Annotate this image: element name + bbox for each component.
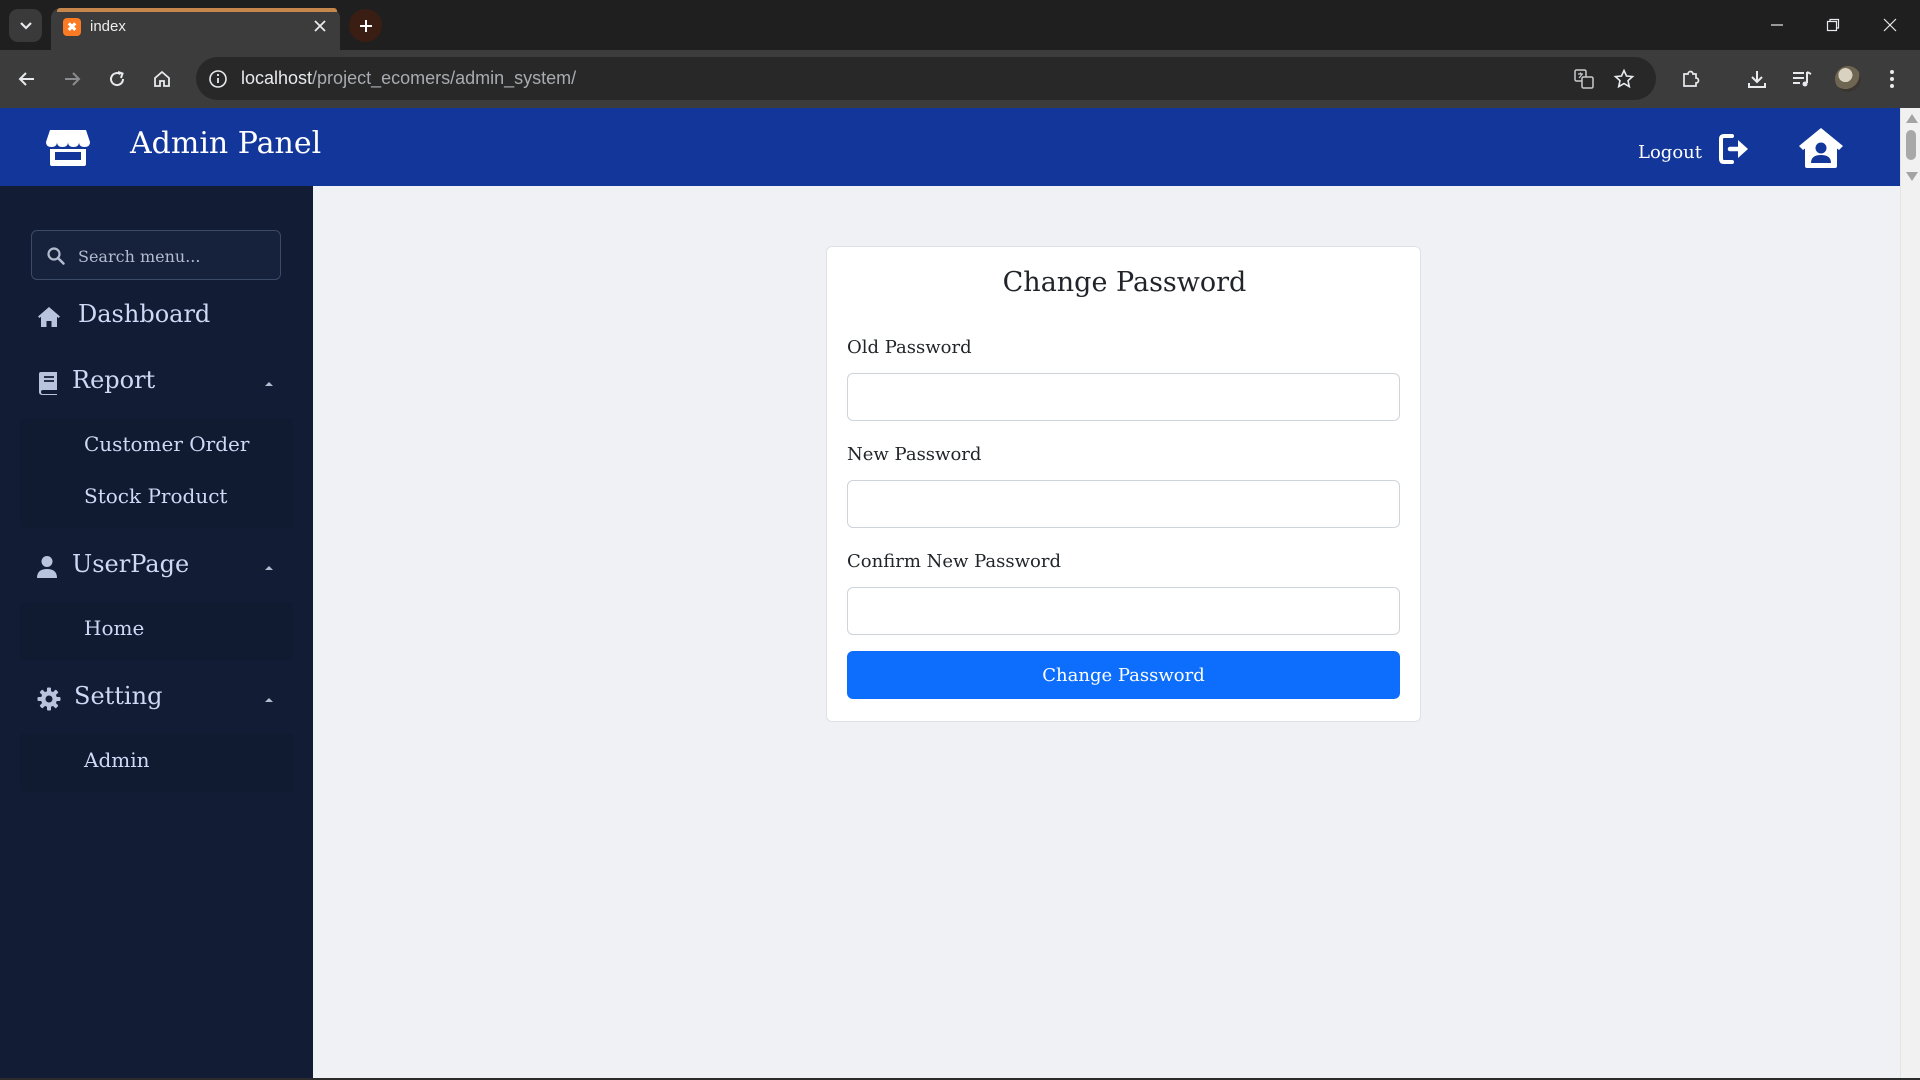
browser-toolbar: localhost/project_ecomers/admin_system/ — [0, 50, 1920, 108]
sidebar-item-stock-product[interactable]: Stock Product — [84, 484, 227, 508]
logout-link[interactable]: Logout — [1638, 142, 1702, 163]
gear-icon — [37, 687, 61, 711]
confirm-password-field[interactable] — [847, 587, 1400, 635]
caret-up-icon[interactable] — [265, 566, 273, 570]
new-password-label: New Password — [847, 444, 982, 465]
search-input[interactable] — [78, 243, 268, 269]
sidebar-item-home[interactable]: Home — [84, 616, 144, 640]
plus-icon — [359, 19, 372, 32]
sidebar-item-setting[interactable]: Setting — [0, 674, 313, 722]
download-icon — [1748, 71, 1766, 88]
sidebar-item-dashboard[interactable]: Dashboard — [0, 292, 313, 340]
scroll-thumb[interactable] — [1906, 130, 1916, 160]
new-password-field[interactable] — [847, 480, 1400, 528]
caret-up-icon[interactable] — [265, 382, 273, 386]
home-icon — [154, 70, 170, 87]
browser-tabstrip: ✖ index — [0, 0, 1920, 50]
tab-search-button[interactable] — [9, 9, 42, 42]
puzzle-icon — [1683, 70, 1700, 87]
restore-button[interactable] — [1820, 12, 1846, 38]
admin-header: Admin Panel Logout — [0, 108, 1900, 186]
book-icon — [39, 372, 57, 395]
xampp-favicon-icon: ✖ — [63, 18, 81, 36]
sidebar: Dashboard Report Customer Order Stock Pr… — [0, 186, 313, 1078]
arrow-right-icon — [65, 72, 81, 86]
scroll-up-arrow[interactable] — [1906, 114, 1918, 123]
home-button[interactable] — [147, 64, 177, 94]
report-submenu: Customer Order Stock Product — [20, 418, 293, 528]
profile-avatar[interactable] — [1835, 66, 1861, 92]
old-password-field[interactable] — [847, 373, 1400, 421]
sidebar-item-customer-order[interactable]: Customer Order — [84, 432, 249, 456]
sidebar-item-label: UserPage — [72, 550, 190, 578]
translate-button[interactable] — [1572, 67, 1596, 91]
downloads-button[interactable] — [1742, 64, 1772, 94]
url-text[interactable]: localhost/project_ecomers/admin_system/ — [241, 68, 576, 89]
sidebar-item-userpage[interactable]: UserPage — [0, 542, 313, 590]
tab-close-button[interactable] — [309, 15, 331, 37]
home-user-icon[interactable] — [1798, 126, 1844, 168]
setting-submenu: Admin — [20, 734, 293, 792]
close-icon — [314, 20, 326, 32]
store-icon — [46, 130, 90, 166]
old-password-label: Old Password — [847, 337, 972, 358]
reload-button[interactable] — [102, 64, 132, 94]
sidebar-item-label: Dashboard — [78, 300, 211, 328]
minimize-icon — [1771, 24, 1783, 26]
page-title: Admin Panel — [130, 126, 322, 161]
reload-icon — [110, 71, 125, 87]
browser-menu-button[interactable] — [1877, 64, 1907, 94]
tab-title: index — [90, 18, 126, 35]
address-bar[interactable]: localhost/project_ecomers/admin_system/ — [196, 57, 1656, 100]
back-button[interactable] — [12, 64, 42, 94]
close-icon — [1883, 18, 1897, 32]
change-password-card: Change Password Old Password New Passwor… — [826, 246, 1421, 722]
arrow-left-icon — [18, 72, 34, 86]
bookmark-button[interactable] — [1612, 67, 1636, 91]
minimize-button[interactable] — [1764, 12, 1790, 38]
browser-tab-active[interactable]: ✖ index — [51, 8, 340, 50]
info-icon — [208, 69, 227, 88]
chevron-down-icon — [19, 21, 32, 30]
playlist-icon — [1793, 71, 1812, 87]
url-path: /project_ecomers/admin_system/ — [312, 68, 577, 88]
change-password-button[interactable]: Change Password — [847, 651, 1400, 699]
search-icon — [47, 247, 65, 265]
sidebar-item-label: Setting — [74, 682, 163, 710]
sidebar-search[interactable] — [31, 230, 281, 280]
close-window-button[interactable] — [1877, 12, 1903, 38]
site-info-button[interactable] — [206, 67, 229, 90]
page-viewport: Admin Panel Logout Dashboard Report — [0, 108, 1920, 1078]
home-icon — [38, 307, 60, 327]
new-tab-button[interactable] — [349, 9, 382, 42]
user-icon — [37, 556, 57, 578]
userpage-submenu: Home — [20, 602, 293, 660]
card-title: Change Password — [1002, 267, 1247, 298]
tab-accent-bar — [57, 8, 337, 12]
page-scrollbar[interactable] — [1900, 108, 1920, 1078]
kebab-menu-icon — [1890, 70, 1894, 88]
extensions-button[interactable] — [1676, 64, 1706, 94]
forward-button[interactable] — [57, 64, 87, 94]
sidebar-item-label: Report — [72, 366, 156, 394]
translate-icon — [1574, 69, 1594, 89]
url-host: localhost — [241, 68, 313, 88]
confirm-password-label: Confirm New Password — [847, 551, 1062, 572]
logout-icon[interactable] — [1718, 133, 1752, 165]
restore-icon — [1826, 18, 1840, 32]
sidebar-item-admin[interactable]: Admin — [84, 748, 150, 772]
star-icon — [1613, 68, 1635, 89]
media-control-button[interactable] — [1787, 64, 1817, 94]
scroll-down-arrow[interactable] — [1906, 172, 1918, 181]
caret-up-icon[interactable] — [265, 698, 273, 702]
sidebar-item-report[interactable]: Report — [0, 358, 313, 406]
